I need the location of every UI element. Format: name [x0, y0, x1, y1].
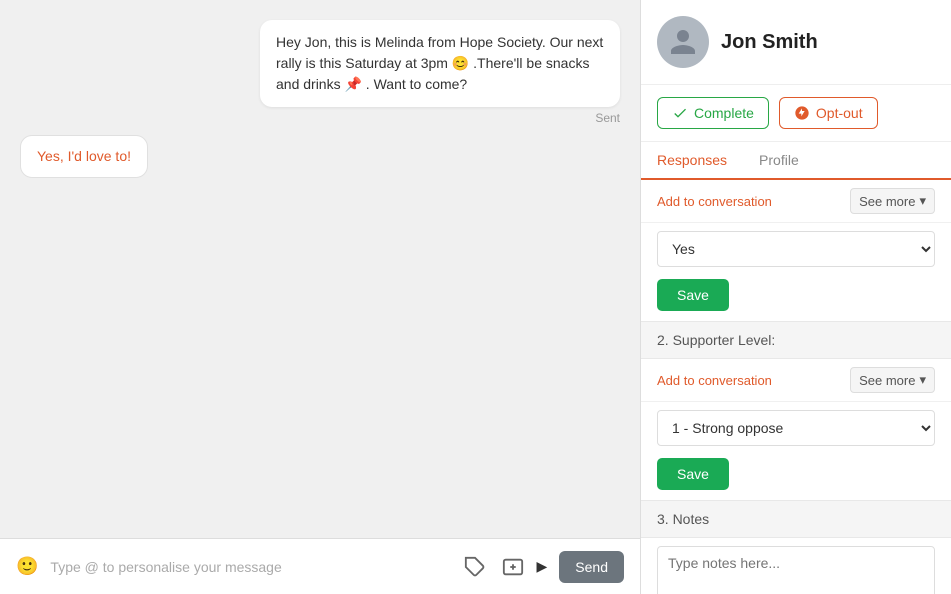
- avatar: [657, 16, 709, 68]
- send-button[interactable]: Send: [559, 551, 624, 583]
- add-to-conversation-link-2[interactable]: Add to conversation: [657, 373, 772, 388]
- see-more-label-2: See more: [859, 373, 915, 388]
- chat-icons: ▶: [461, 553, 548, 581]
- complete-label: Complete: [694, 105, 754, 121]
- q1-select[interactable]: Yes No Maybe: [657, 231, 935, 267]
- action-buttons: Complete Opt-out: [641, 85, 951, 142]
- message-bubble-incoming: Yes, I'd love to!: [20, 135, 148, 178]
- q2-save-button[interactable]: Save: [657, 458, 729, 490]
- tab-profile[interactable]: Profile: [759, 142, 815, 178]
- see-more-button-2[interactable]: See more ▾: [850, 367, 935, 393]
- complete-button[interactable]: Complete: [657, 97, 769, 129]
- message-input-placeholder[interactable]: Type @ to personalise your message: [50, 559, 448, 575]
- tag-icon[interactable]: [461, 553, 489, 581]
- chevron-down-icon-1: ▾: [919, 193, 926, 209]
- q1-save-button[interactable]: Save: [657, 279, 729, 311]
- tab-responses[interactable]: Responses: [657, 142, 743, 180]
- optout-label: Opt-out: [816, 105, 863, 121]
- chat-input-bar: 🙂 Type @ to personalise your message ▶ S…: [0, 538, 640, 594]
- see-more-label-1: See more: [859, 194, 915, 209]
- message-outgoing: Hey Jon, this is Melinda from Hope Socie…: [260, 20, 620, 125]
- section2-header: 2. Supporter Level:: [641, 321, 951, 359]
- add-to-conversation-link-1[interactable]: Add to conversation: [657, 194, 772, 209]
- contact-header: Jon Smith: [641, 0, 951, 85]
- tabs-row: Responses Profile: [641, 142, 951, 180]
- right-panel: Jon Smith Complete Opt-out Responses Pro…: [640, 0, 951, 594]
- message-incoming: Yes, I'd love to!: [20, 135, 148, 178]
- contact-name: Jon Smith: [721, 31, 818, 54]
- message-sent-label: Sent: [260, 111, 620, 125]
- see-more-button-1[interactable]: See more ▾: [850, 188, 935, 214]
- cursor-icon: ▶: [537, 558, 548, 575]
- emoji-icon[interactable]: 🙂: [16, 556, 38, 577]
- message-bubble-outgoing: Hey Jon, this is Melinda from Hope Socie…: [260, 20, 620, 107]
- section3-header: 3. Notes: [641, 500, 951, 538]
- q2-select[interactable]: 1 - Strong oppose 2 - Oppose 3 - Neutral…: [657, 410, 935, 446]
- q2-action-row: Add to conversation See more ▾: [641, 359, 951, 402]
- optout-button[interactable]: Opt-out: [779, 97, 878, 129]
- q1-action-row: Add to conversation See more ▾: [641, 180, 951, 223]
- chat-panel: Hey Jon, this is Melinda from Hope Socie…: [0, 0, 640, 594]
- chevron-down-icon-2: ▾: [919, 372, 926, 388]
- notes-textarea[interactable]: [657, 546, 935, 594]
- add-message-icon[interactable]: [499, 553, 527, 581]
- responses-section: Add to conversation See more ▾ Yes No Ma…: [641, 180, 951, 594]
- chat-messages: Hey Jon, this is Melinda from Hope Socie…: [0, 0, 640, 538]
